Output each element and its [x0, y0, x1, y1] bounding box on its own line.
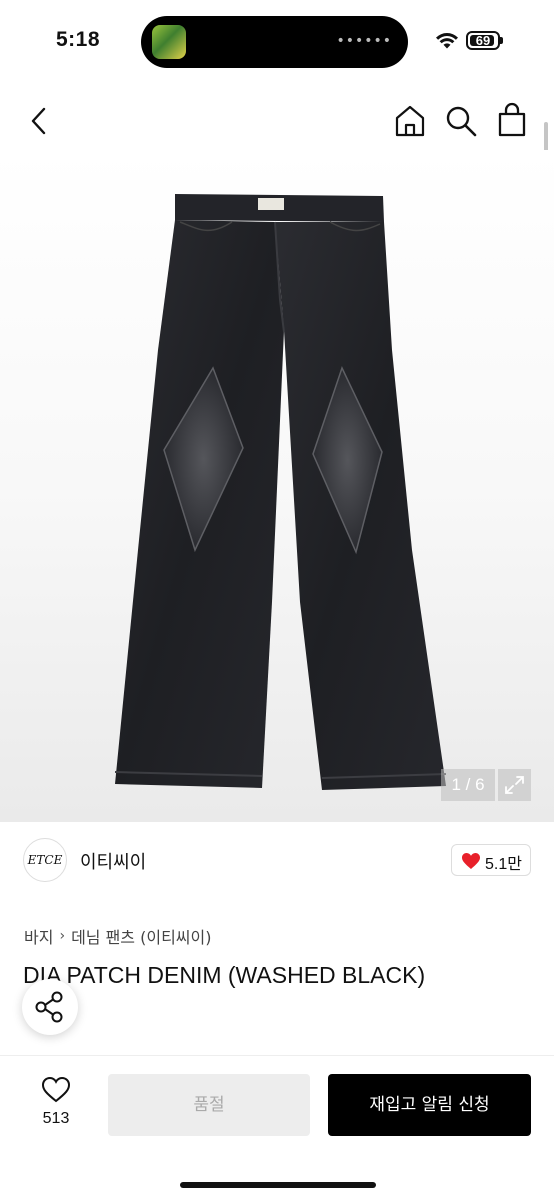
favorite-count: 513	[42, 1110, 70, 1127]
breadcrumb: 바지 › 데님 팬츠 (이티씨이)	[24, 924, 211, 948]
heart-outline-icon	[41, 1076, 71, 1103]
product-image	[114, 194, 447, 790]
home-icon[interactable]	[393, 104, 427, 138]
brand-logo[interactable]: ETCE	[23, 838, 67, 882]
chevron-left-icon[interactable]	[28, 106, 50, 136]
expand-icon	[505, 776, 524, 794]
brand-row: ETCE 이티씨이 5.1만	[0, 828, 554, 890]
soldout-button: 품절	[108, 1074, 310, 1136]
dynamic-island[interactable]: ••••••	[141, 16, 408, 68]
now-playing-thumbnail	[152, 25, 186, 59]
battery-tip	[500, 37, 503, 44]
share-icon	[35, 991, 63, 1023]
brand-like-count: 5.1만	[485, 856, 522, 873]
breadcrumb-subcategory[interactable]: 데님 팬츠 (이티씨이)	[71, 924, 211, 948]
top-navigation	[0, 90, 554, 150]
favorite-button[interactable]: 513	[36, 1076, 76, 1128]
breadcrumb-category[interactable]: 바지	[24, 924, 53, 948]
restock-alert-button[interactable]: 재입고 알림 신청	[328, 1074, 531, 1136]
status-bar: 5:18 •••••• 69	[0, 0, 554, 80]
image-counter: 1 / 6	[441, 769, 495, 801]
chevron-right-icon: ›	[59, 928, 66, 944]
product-title: DIA PATCH DENIM (WASHED BLACK)	[23, 962, 426, 988]
bottom-action-bar: 513 품절 재입고 알림 신청	[0, 1055, 554, 1201]
product-image-gallery[interactable]	[0, 150, 554, 822]
expand-button[interactable]	[498, 769, 531, 801]
island-dots: ••••••	[336, 33, 392, 49]
battery-indicator: 69	[466, 31, 500, 50]
shopping-bag-icon[interactable]	[496, 102, 528, 138]
status-time: 5:18	[56, 28, 101, 51]
wifi-icon	[436, 33, 458, 49]
brand-name[interactable]: 이티씨이	[80, 848, 146, 874]
battery-level: 69	[475, 33, 491, 48]
heart-icon	[462, 853, 480, 869]
search-icon[interactable]	[444, 104, 478, 138]
home-indicator[interactable]	[180, 1182, 376, 1188]
share-button[interactable]	[22, 979, 78, 1035]
brand-like-button[interactable]: 5.1만	[451, 844, 531, 876]
